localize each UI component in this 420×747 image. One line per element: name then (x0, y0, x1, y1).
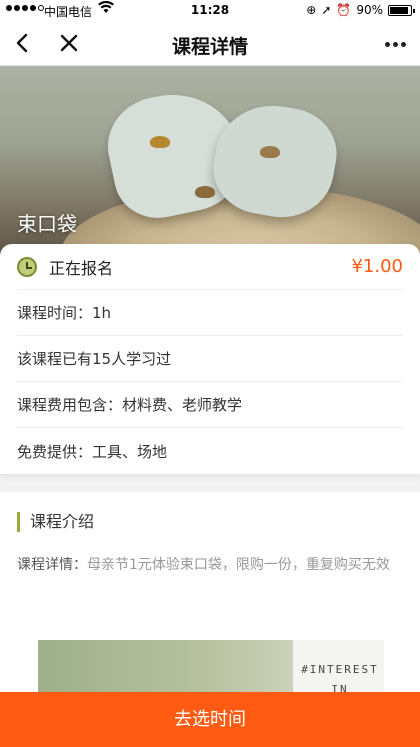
enrollment-row: 正在报名 ¥1.00 (17, 244, 403, 290)
back-icon (16, 33, 28, 53)
more-icon (384, 41, 390, 47)
course-info-card: 正在报名 ¥1.00 课程时间：1h 该课程已有15人学习过 课程费用包含：材料… (0, 244, 420, 474)
lock-rotation-icon: ⊕ (306, 3, 317, 17)
battery-percent: 90% (356, 3, 383, 17)
section-heading: 课程介绍 (17, 512, 94, 532)
course-detail-page: 中国电信 11:28 ⊕ ➚ ⏰ 90% 课程详情 束口袋 正在报名 ¥1.00… (0, 0, 420, 747)
course-cover-image: 束口袋 (0, 66, 420, 256)
fee-row: 课程费用包含：材料费、老师教学 (17, 382, 403, 428)
battery-icon (388, 4, 415, 16)
status-bar: 中国电信 11:28 ⊕ ➚ ⏰ 90% (0, 0, 420, 22)
free-provided: 免费提供：工具、场地 (17, 442, 168, 461)
course-name: 束口袋 (17, 212, 77, 236)
back-button[interactable] (8, 28, 38, 58)
more-button[interactable] (380, 30, 410, 58)
duration-row: 课程时间：1h (17, 290, 403, 336)
close-button[interactable] (54, 28, 84, 58)
free-provided-row: 免费提供：工具、场地 (17, 428, 403, 474)
choose-time-button[interactable]: 去选时间 (0, 692, 420, 747)
clock-icon (17, 256, 37, 277)
detail-label: 课程详情： (17, 557, 87, 573)
detail-text: 母亲节1元体验束口袋，限购一份，重复购买无效 (87, 557, 390, 573)
participants-row: 该课程已有15人学习过 (17, 336, 403, 382)
alarm-icon: ⏰ (336, 3, 352, 17)
enrollment-status: 正在报名 (49, 258, 114, 278)
close-icon (60, 34, 78, 52)
fee-includes: 课程费用包含：材料费、老师教学 (17, 396, 243, 414)
location-icon: ➚ (321, 3, 332, 17)
course-duration: 课程时间：1h (17, 304, 112, 322)
course-description: 课程详情：母亲节1元体验束口袋，限购一份，重复购买无效 (17, 554, 403, 576)
course-price: ¥1.00 (351, 256, 403, 277)
participant-count: 该课程已有15人学习过 (17, 350, 172, 368)
nav-bar: 课程详情 (0, 22, 420, 66)
